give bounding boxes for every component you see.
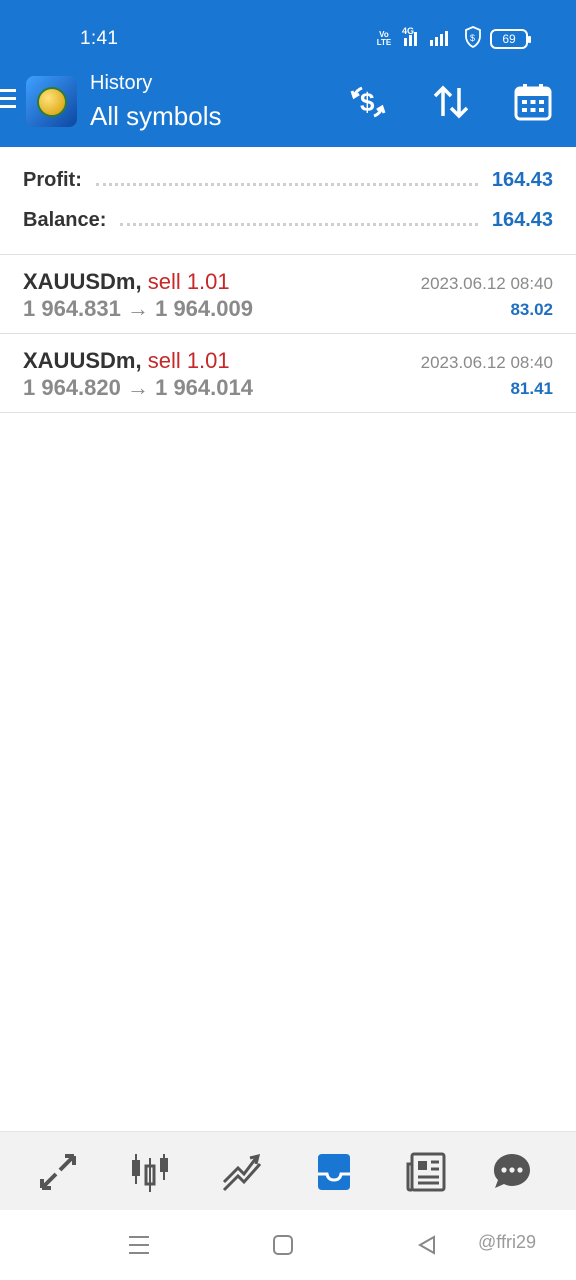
page-title[interactable]: All symbols (90, 101, 221, 132)
svg-text:$: $ (360, 87, 375, 117)
deal-type: sell 1.01 (147, 348, 230, 373)
signal-icon: 4G (402, 26, 456, 52)
sort-icon[interactable] (429, 80, 473, 124)
list-item[interactable]: XAUUSDm, sell 1.01 1 964.831 → 1 964.009… (0, 256, 576, 334)
deal-header: XAUUSDm, sell 1.01 (23, 348, 230, 374)
chart-icon[interactable] (126, 1148, 174, 1196)
recents-icon[interactable] (124, 1230, 154, 1260)
profit-value: 164.43 (491, 168, 553, 191)
battery-indicator: 69 (490, 29, 531, 49)
volte-indicator: Vo LTE (376, 30, 392, 47)
divider (120, 222, 478, 226)
deal-profit: 83.02 (510, 300, 553, 319)
summary-panel: Profit: 164.43 Balance: 164.43 (0, 147, 576, 255)
chat-icon[interactable] (488, 1148, 536, 1196)
page-subtitle: History (90, 72, 153, 94)
shield-icon: $ (464, 25, 482, 53)
trade-icon[interactable] (218, 1148, 266, 1196)
deal-time: 2023.06.12 08:40 (420, 353, 553, 372)
top-app-bar: 1:41 Vo LTE 4G $ 69 History All symbols … (0, 0, 576, 147)
profit-row: Profit: 164.43 (23, 165, 553, 195)
back-icon[interactable] (412, 1230, 442, 1260)
quotes-icon[interactable] (34, 1148, 82, 1196)
deal-profit: 81.41 (510, 379, 553, 398)
status-time: 1:41 (80, 28, 119, 49)
network-type: 4G (402, 27, 414, 36)
status-indicators: Vo LTE 4G $ 69 (374, 25, 531, 53)
home-icon[interactable] (268, 1230, 298, 1260)
menu-icon[interactable] (0, 89, 18, 115)
news-icon[interactable] (402, 1148, 450, 1196)
dollar-refresh-icon[interactable]: $ (346, 80, 390, 124)
list-item[interactable]: XAUUSDm, sell 1.01 1 964.820 → 1 964.014… (0, 335, 576, 413)
profit-label: Profit: (23, 168, 82, 191)
calendar-icon[interactable] (511, 80, 555, 124)
deal-header: XAUUSDm, sell 1.01 (23, 269, 230, 295)
balance-label: Balance: (23, 208, 107, 231)
balance-row: Balance: 164.43 (23, 205, 553, 235)
deal-prices: 1 964.820 → 1 964.014 (23, 375, 253, 400)
deal-type: sell 1.01 (147, 269, 230, 294)
deal-symbol: XAUUSDm, (23, 269, 142, 294)
history-icon[interactable] (310, 1148, 358, 1196)
deal-time: 2023.06.12 08:40 (420, 274, 553, 293)
watermark: @ffri29 (478, 1232, 536, 1252)
balance-value: 164.43 (491, 208, 553, 231)
deal-symbol: XAUUSDm, (23, 348, 142, 373)
deal-prices: 1 964.831 → 1 964.009 (23, 296, 253, 321)
divider (95, 182, 478, 186)
bottom-navigation (0, 1131, 576, 1210)
svg-text:$: $ (470, 33, 475, 43)
app-logo (26, 76, 77, 127)
